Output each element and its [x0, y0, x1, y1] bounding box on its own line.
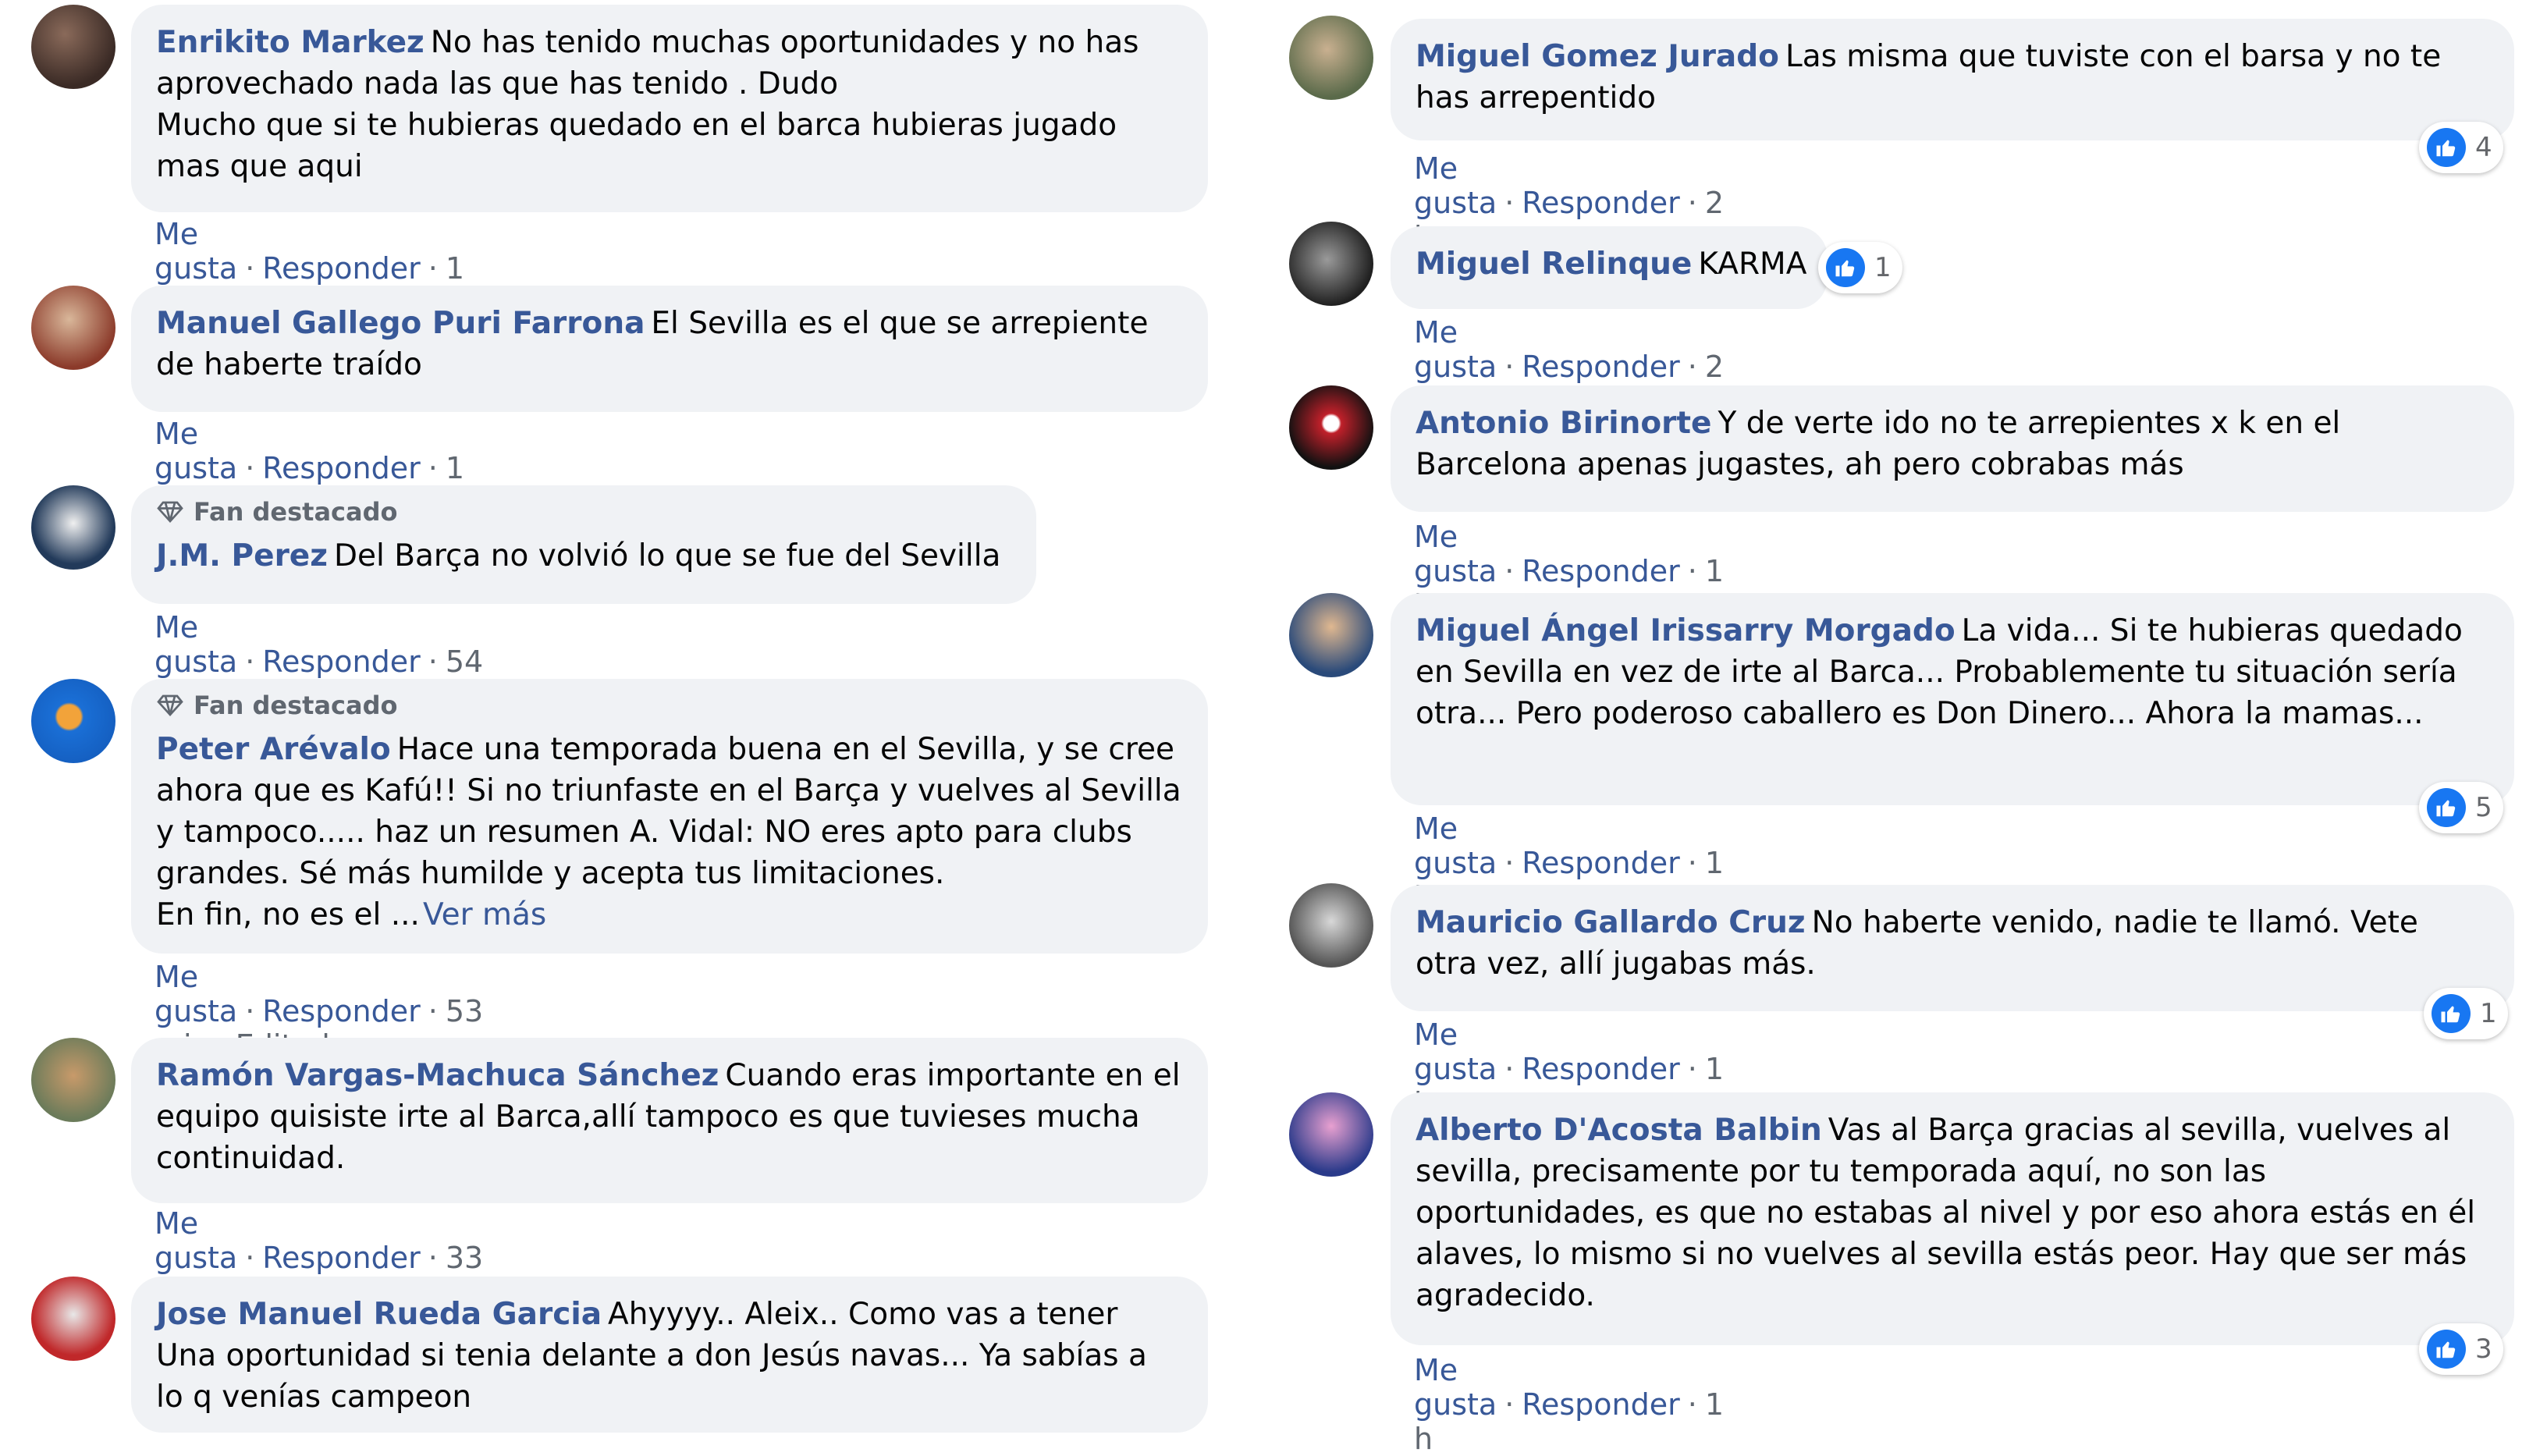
like-icon [2427, 128, 2466, 167]
comment-author[interactable]: Manuel Gallego Puri Farrona [156, 306, 645, 341]
reaction-count-value: 5 [2475, 792, 2492, 823]
avatar[interactable] [1289, 16, 1373, 100]
reaction-count[interactable]: 1 [1818, 242, 1902, 293]
like-icon [2427, 1330, 2466, 1369]
fan-badge: Fan destacado [156, 496, 1011, 527]
comment-author[interactable]: J.M. Perez [156, 538, 328, 574]
avatar[interactable] [1289, 385, 1373, 470]
comment-bubble: Miguel Relinque KARMA [1391, 226, 1828, 309]
comment-bubble: Ramón Vargas-Machuca Sánchez Cuando eras … [131, 1038, 1208, 1203]
comment-bubble: Jose Manuel Rueda Garcia Ahyyyy.. Aleix..… [131, 1277, 1208, 1433]
comment-author[interactable]: Jose Manuel Rueda Garcia [156, 1297, 602, 1332]
comment-bubble: Miguel Gomez Jurado Las misma que tuviste… [1391, 19, 2514, 140]
reaction-count[interactable]: 3 [2419, 1323, 2503, 1375]
reaction-count-value: 1 [2480, 998, 2497, 1029]
avatar[interactable] [31, 5, 115, 89]
like-link[interactable]: Me gusta [155, 960, 237, 1028]
reaction-count-value: 3 [2475, 1333, 2492, 1365]
reply-link[interactable]: Responder [262, 1241, 420, 1275]
reply-link[interactable]: Responder [1522, 554, 1679, 588]
reply-link[interactable]: Responder [1522, 1052, 1679, 1086]
reply-link[interactable]: Responder [262, 994, 420, 1028]
comment-author[interactable]: Antonio Birinorte [1416, 406, 1711, 441]
like-link[interactable]: Me gusta [155, 1206, 237, 1275]
diamond-icon [156, 500, 184, 524]
like-link[interactable]: Me gusta [155, 417, 237, 485]
reaction-count-value: 4 [2475, 132, 2492, 163]
avatar[interactable] [31, 1038, 115, 1122]
comment-author[interactable]: Miguel Gomez Jurado [1416, 39, 1779, 74]
reply-link[interactable]: Responder [262, 251, 420, 286]
reaction-count[interactable]: 5 [2419, 782, 2503, 833]
comment-bubble: Manuel Gallego Puri Farrona El Sevilla es… [131, 286, 1208, 412]
fan-badge-label: Fan destacado [194, 691, 398, 720]
diamond-icon [156, 694, 184, 717]
comment-author[interactable]: Miguel Relinque [1416, 247, 1692, 282]
reaction-count-value: 1 [1874, 252, 1892, 283]
comment-actions: Me gusta·Responder·1 h [1414, 1353, 1725, 1456]
comment-author[interactable]: Mauricio Gallardo Cruz [1416, 905, 1806, 940]
like-link[interactable]: Me gusta [155, 217, 237, 286]
reply-link[interactable]: Responder [1522, 186, 1679, 220]
reaction-count[interactable]: 1 [2424, 988, 2508, 1039]
avatar[interactable] [1289, 222, 1373, 306]
comment-bubble: Enrikito Markez No has tenido muchas opor… [131, 5, 1208, 212]
reply-link[interactable]: Responder [1522, 350, 1679, 384]
like-link[interactable]: Me gusta [1414, 315, 1497, 384]
reaction-count[interactable]: 4 [2419, 122, 2503, 173]
comment-author[interactable]: Ramón Vargas-Machuca Sánchez [156, 1058, 719, 1093]
fan-badge: Fan destacado [156, 690, 1183, 721]
avatar[interactable] [31, 286, 115, 370]
comment-bubble: Alberto D'Acosta Balbin Vas al Barça grac… [1391, 1092, 2514, 1345]
comment-author[interactable]: Miguel Ángel Irissarry Morgado [1416, 613, 1956, 648]
reply-link[interactable]: Responder [1522, 1387, 1679, 1422]
avatar[interactable] [31, 679, 115, 763]
avatar[interactable] [31, 1277, 115, 1361]
like-link[interactable]: Me gusta [1414, 151, 1497, 220]
comment-author[interactable]: Peter Arévalo [156, 732, 391, 767]
reply-link[interactable]: Responder [262, 451, 420, 485]
reply-link[interactable]: Responder [262, 645, 420, 679]
comment-bubble: Fan destacado Peter Arévalo Hace una temp… [131, 679, 1208, 954]
avatar[interactable] [1289, 1092, 1373, 1177]
like-link[interactable]: Me gusta [1414, 520, 1497, 588]
comment-text: KARMA [1698, 247, 1807, 282]
like-link[interactable]: Me gusta [1414, 1353, 1497, 1422]
comment-bubble: Fan destacado J.M. Perez Del Barça no vol… [131, 485, 1036, 604]
fan-badge-label: Fan destacado [194, 497, 398, 527]
reply-link[interactable]: Responder [1522, 846, 1679, 880]
see-more-link[interactable]: Ver más [423, 897, 546, 932]
comment-text: Del Barça no volvió lo que se fue del Se… [333, 538, 1001, 574]
like-icon [2427, 788, 2466, 827]
comment-bubble: Mauricio Gallardo Cruz No haberte venido,… [1391, 885, 2514, 1011]
like-link[interactable]: Me gusta [1414, 811, 1497, 880]
like-icon [1826, 248, 1865, 287]
comment-author[interactable]: Enrikito Markez [156, 25, 424, 60]
comment-bubble: Antonio Birinorte Y de verte ido no te ar… [1391, 385, 2514, 512]
avatar[interactable] [1289, 593, 1373, 677]
comments-column-right: Miguel Gomez Jurado Las misma que tuviste… [1249, 0, 2547, 1456]
avatar[interactable] [31, 485, 115, 570]
comments-column-left: Enrikito Markez No has tenido muchas opor… [0, 0, 1249, 1433]
like-link[interactable]: Me gusta [1414, 1017, 1497, 1086]
avatar[interactable] [1289, 883, 1373, 968]
comment-author[interactable]: Alberto D'Acosta Balbin [1416, 1113, 1822, 1148]
like-icon [2432, 994, 2471, 1033]
comment-bubble: Miguel Ángel Irissarry Morgado La vida...… [1391, 593, 2514, 805]
like-link[interactable]: Me gusta [155, 610, 237, 679]
